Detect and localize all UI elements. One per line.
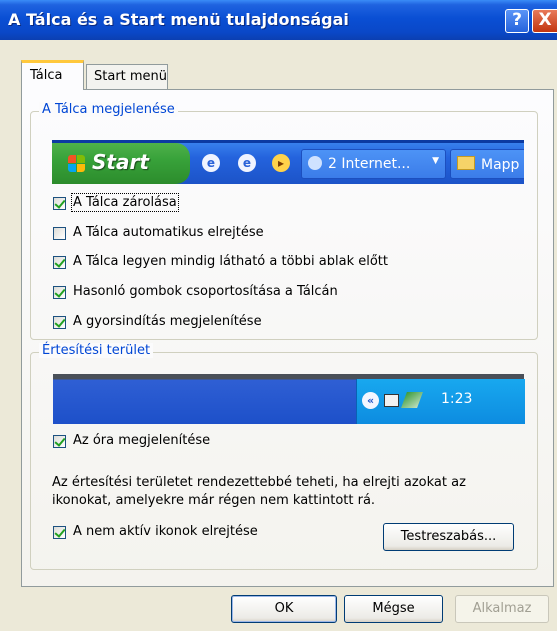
taskbar-preview-image: Start e e ▸ 2 Internet... ▼ Mapp: [52, 140, 524, 184]
task-button-label: Mapp: [481, 157, 520, 173]
start-label: Start: [92, 150, 149, 174]
taskbar-appearance-legend: A Tálca megjelenése: [39, 102, 178, 117]
internet-explorer-icon: [308, 156, 322, 170]
help-button[interactable]: ?: [505, 9, 529, 33]
start-button-preview: Start: [52, 143, 190, 184]
internet-explorer-icon: e: [202, 154, 220, 172]
chevron-left-icon: «: [362, 392, 379, 409]
title-bar[interactable]: A Tálca és a Start menü tulajdonságai ? …: [0, 0, 557, 40]
taskbar-button-internet: 2 Internet... ▼: [301, 149, 446, 179]
tab-taskbar[interactable]: Tálca: [21, 60, 84, 90]
checkbox-label: A Tálca automatikus elrejtése: [73, 225, 264, 240]
windows-flag-icon: [68, 155, 86, 173]
system-tray-preview: « 1:23: [356, 379, 525, 424]
dropdown-arrow-icon: ▼: [432, 156, 439, 166]
close-button[interactable]: X: [532, 9, 557, 33]
customize-button[interactable]: Testreszabás...: [383, 523, 514, 551]
taskbar-button-folder: Mapp: [450, 149, 524, 179]
checkbox-box[interactable]: [53, 256, 66, 269]
checkbox-label: A nem aktív ikonok elrejtése: [73, 524, 258, 539]
tab-taskbar-label: Tálca: [30, 68, 63, 83]
tab-start-menu-label: Start menü: [94, 69, 168, 84]
checkbox-label: A Tálca zárolása: [71, 193, 179, 212]
safely-remove-icon: [401, 392, 423, 408]
network-icon: [384, 394, 399, 407]
checkbox-label: Az óra megjelenítése: [73, 433, 211, 448]
notification-area-legend: Értesítési terület: [39, 343, 154, 358]
checkbox-label: A gyorsindítás megjelenítése: [73, 314, 262, 329]
outlook-express-icon: e: [238, 154, 256, 172]
tray-clock: 1:23: [441, 391, 473, 407]
checkbox-box[interactable]: [53, 227, 66, 240]
checkbox-box[interactable]: [53, 286, 66, 299]
apply-button[interactable]: Alkalmaz: [455, 595, 549, 623]
checkbox-label: Hasonló gombok csoportosítása a Tálcán: [73, 284, 338, 299]
checkbox-label: A Tálca legyen mindig látható a többi ab…: [73, 254, 389, 269]
properties-dialog: A Tálca és a Start menü tulajdonságai ? …: [0, 0, 557, 631]
tab-start-menu[interactable]: Start menü: [86, 64, 168, 90]
checkbox-box[interactable]: [53, 197, 66, 210]
ok-button[interactable]: OK: [231, 595, 337, 623]
media-player-icon: ▸: [272, 154, 290, 172]
checkbox-box[interactable]: [53, 435, 66, 448]
window-title: A Tálca és a Start menü tulajdonságai: [8, 10, 349, 29]
notification-description: Az értesítési területet rendezettebbé te…: [52, 475, 466, 508]
checkbox-box[interactable]: [53, 526, 66, 539]
checkbox-box[interactable]: [53, 316, 66, 329]
task-button-label: 2 Internet...: [328, 156, 411, 172]
folder-icon: [457, 156, 475, 170]
notification-area-preview-image: « 1:23: [53, 374, 525, 424]
cancel-button[interactable]: Mégse: [344, 595, 443, 623]
